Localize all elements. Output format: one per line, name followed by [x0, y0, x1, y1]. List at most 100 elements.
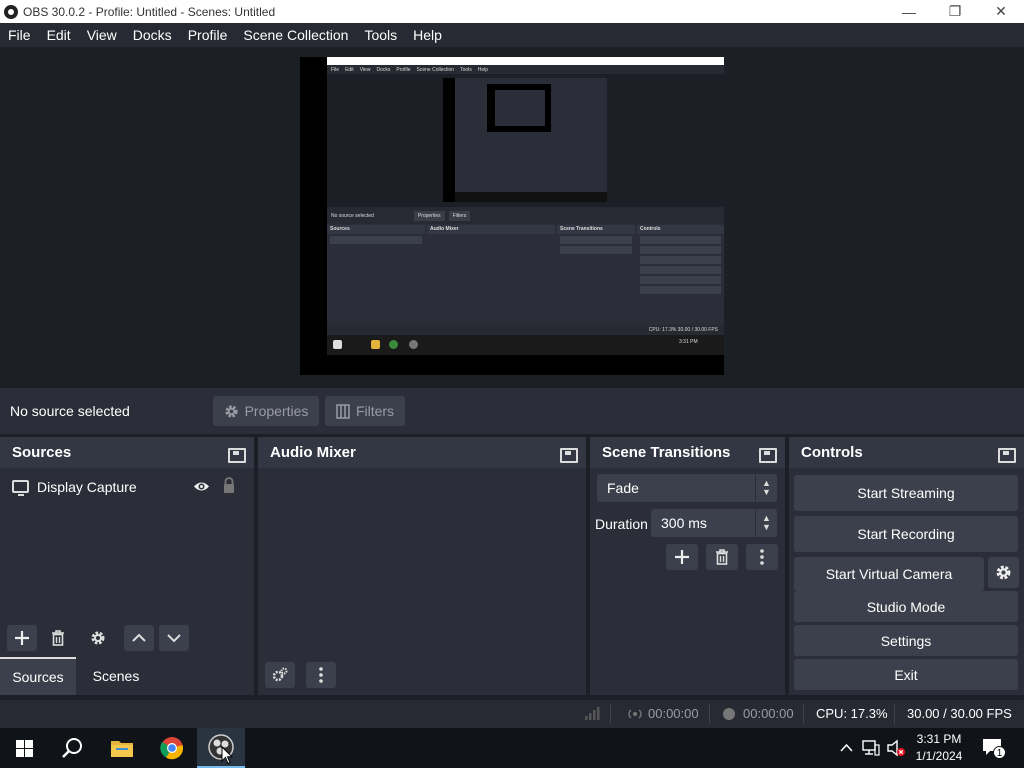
chevron-up-icon[interactable]: [840, 743, 853, 752]
spin-arrows-icon[interactable]: ▲ ▼: [755, 509, 777, 537]
status-separator: [894, 704, 895, 724]
eye-icon[interactable]: [193, 480, 210, 493]
settings-button[interactable]: Settings: [794, 625, 1018, 656]
transition-select[interactable]: Fade ▲ ▼: [597, 474, 777, 502]
preview-mini-docks: Sources Audio Mixer Scene Transitions Co…: [327, 225, 724, 323]
chevron-up-icon: [132, 633, 146, 642]
search-button[interactable]: [48, 728, 96, 768]
context-source-label: No source selected: [10, 403, 130, 419]
preview-area: File Edit View Docks Profile Scene Colle…: [0, 47, 1024, 386]
network-icon[interactable]: [862, 740, 880, 756]
start-recording-button[interactable]: Start Recording: [794, 516, 1018, 552]
menu-edit[interactable]: Edit: [39, 23, 79, 47]
move-source-up-button[interactable]: [124, 625, 154, 651]
sources-scenes-tabs: Sources Scenes: [0, 657, 156, 695]
tab-sources[interactable]: Sources: [0, 657, 76, 695]
source-list-item[interactable]: Display Capture: [0, 474, 254, 500]
taskbar-time: 3:31 PM: [916, 732, 962, 746]
plus-icon: [675, 550, 689, 564]
maximize-button[interactable]: ❐: [932, 0, 978, 23]
preview-mini-menubar: File Edit View Docks Profile Scene Colle…: [327, 65, 724, 74]
start-button[interactable]: [0, 728, 48, 768]
chrome-icon: [160, 737, 184, 760]
taskbar-clock[interactable]: 3:31 PM 1/1/2024: [912, 731, 966, 765]
signal-bars-icon: [585, 707, 600, 720]
exit-button[interactable]: Exit: [794, 659, 1018, 690]
audio-mixer-menu-button[interactable]: [306, 662, 336, 688]
menu-view[interactable]: View: [79, 23, 125, 47]
audio-advanced-properties-button[interactable]: [265, 662, 295, 688]
add-source-button[interactable]: [7, 625, 37, 651]
menu-tools[interactable]: Tools: [356, 23, 405, 47]
menu-scene-collection[interactable]: Scene Collection: [235, 23, 356, 47]
preview-mini-taskbar: 3:31 PM: [327, 335, 724, 355]
preview-mini-control-btn: [640, 246, 721, 254]
menu-docks[interactable]: Docks: [125, 23, 180, 47]
close-button[interactable]: ✕: [978, 0, 1024, 23]
preview-mini-control-btn: [640, 266, 721, 274]
record-icon: [723, 708, 735, 720]
volume-muted-icon[interactable]: [886, 739, 906, 757]
search-icon: [62, 738, 82, 758]
preview-mini-menu-item: Help: [477, 66, 489, 73]
preview-mini-menu-item: Scene Collection: [416, 66, 455, 73]
undock-icon[interactable]: [759, 446, 777, 463]
preview-mini-sources-title: Sources: [327, 225, 425, 234]
preview-mini-statusbar: CPU: 17.3% 30.00 / 30.00 FPS: [327, 325, 724, 335]
start-virtual-camera-button[interactable]: Start Virtual Camera: [794, 557, 984, 591]
status-separator: [610, 704, 611, 724]
preview-mini-start-icon: [333, 340, 342, 349]
file-explorer-button[interactable]: [98, 728, 146, 768]
duration-spinbox[interactable]: 300 ms ▲ ▼: [651, 509, 777, 537]
add-transition-button[interactable]: [666, 544, 698, 570]
undock-icon[interactable]: [998, 446, 1016, 463]
select-arrows-icon: ▲ ▼: [755, 474, 777, 502]
duration-label: Duration: [595, 516, 648, 532]
remove-transition-button[interactable]: [706, 544, 738, 570]
transition-properties-button[interactable]: [746, 544, 778, 570]
window-controls: — ❐ ✕: [886, 0, 1024, 23]
preview-mini-menu-item: Docks: [376, 66, 391, 73]
remove-source-button[interactable]: [43, 625, 73, 651]
menu-profile[interactable]: Profile: [180, 23, 236, 47]
preview-nested-taskbar: [455, 192, 607, 202]
controls-header: Controls: [789, 437, 1024, 468]
lock-icon[interactable]: [222, 477, 236, 494]
preview-nested-preview: [443, 78, 607, 202]
minimize-button[interactable]: —: [886, 0, 932, 23]
obs-taskbar-button[interactable]: [197, 728, 245, 768]
preview-canvas[interactable]: File Edit View Docks Profile Scene Colle…: [300, 57, 724, 375]
chrome-button[interactable]: [148, 728, 196, 768]
preview-mini-sources-dock: Sources: [327, 225, 425, 323]
menu-file[interactable]: File: [0, 23, 39, 47]
preview-mini-control-btn: [640, 286, 721, 294]
filters-button[interactable]: Filters: [325, 396, 405, 426]
scene-transitions-header: Scene Transitions: [590, 437, 785, 468]
virtual-camera-settings-button[interactable]: [988, 557, 1019, 588]
preview-mini-select: [560, 236, 632, 244]
filter-icon: [336, 403, 350, 419]
mouse-cursor-icon: [221, 746, 233, 765]
move-source-down-button[interactable]: [159, 625, 189, 651]
preview-nested-deepest: [495, 90, 545, 126]
menu-help[interactable]: Help: [405, 23, 450, 47]
undock-icon[interactable]: [228, 446, 246, 463]
notification-center-button[interactable]: 1: [982, 738, 1006, 759]
studio-mode-button[interactable]: Studio Mode: [794, 591, 1018, 622]
sources-dock-title: Sources: [12, 444, 72, 461]
preview-mini-titlebar: [327, 57, 724, 65]
properties-button[interactable]: Properties: [213, 396, 319, 426]
source-properties-button[interactable]: [83, 625, 113, 651]
tab-scenes[interactable]: Scenes: [76, 657, 156, 695]
plus-icon: [15, 631, 29, 645]
start-streaming-button[interactable]: Start Streaming: [794, 475, 1018, 511]
notification-count-badge: 1: [993, 746, 1006, 759]
window-title: OBS 30.0.2 - Profile: Untitled - Scenes:…: [23, 4, 276, 19]
duration-value: 300 ms: [661, 515, 707, 531]
undock-icon[interactable]: [560, 446, 578, 463]
preview-mini-menu-item: View: [359, 66, 371, 73]
folder-icon: [111, 741, 133, 757]
preview-mini-obs-icon: [409, 340, 418, 349]
more-vertical-icon: [319, 667, 323, 683]
controls-title: Controls: [801, 444, 863, 461]
